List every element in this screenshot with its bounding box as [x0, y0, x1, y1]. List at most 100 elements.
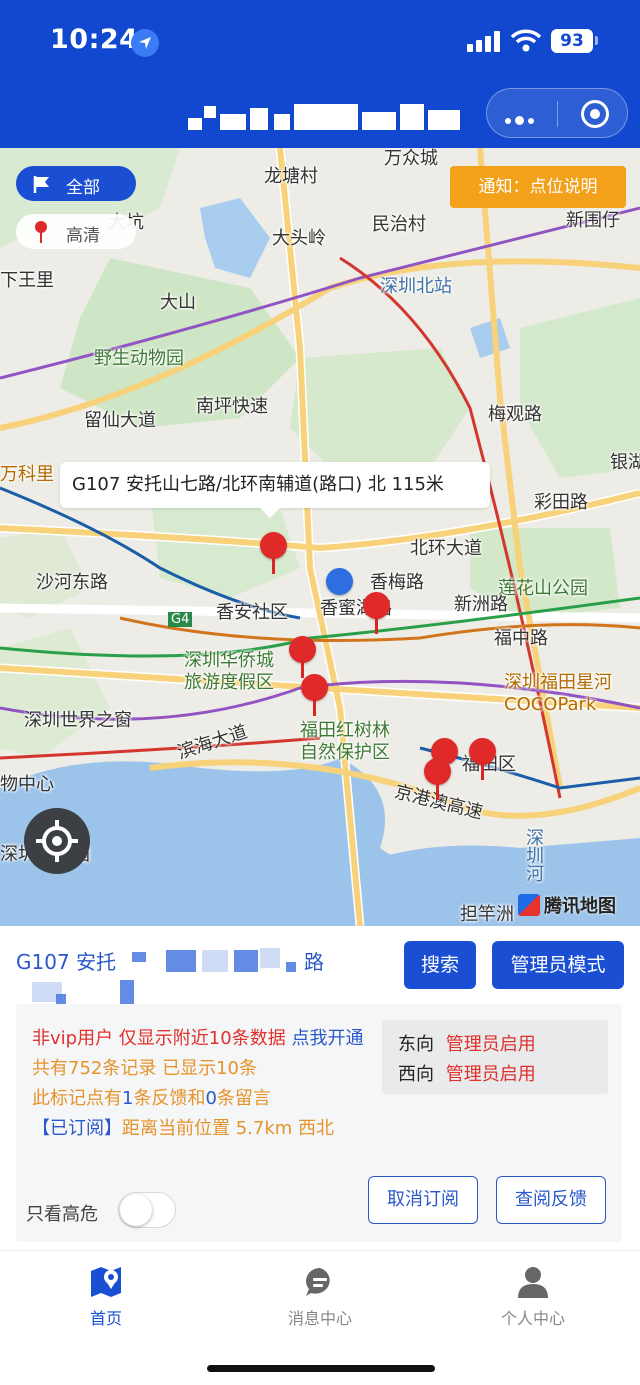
top-header: 10:24 93 [0, 0, 640, 148]
map-label-datouling: 大头岭 [272, 228, 326, 249]
camera-marker[interactable] [362, 592, 392, 638]
direction-status-box: 东向 管理员启用 西向 管理员启用 [382, 1020, 608, 1094]
only-high-risk-label: 只看高危 [26, 1204, 98, 1225]
red-pin-icon [35, 221, 47, 243]
unsubscribe-button[interactable]: 取消订阅 [368, 1176, 478, 1224]
map-label-yeshengdongwuyuan[interactable]: 野生动物园 [94, 344, 184, 370]
map-label-caitianlu: 彩田路 [534, 492, 588, 513]
filter-hd-label: 高清 [66, 226, 100, 246]
tab-home-label: 首页 [89, 1309, 122, 1328]
page-title-obscured [180, 104, 465, 130]
search-button[interactable]: 搜索 [404, 941, 476, 989]
filter-all-button[interactable]: 全部 [16, 166, 136, 201]
map-label-huaqiaocheng[interactable]: 深圳华侨城 旅游度假区 [184, 650, 274, 694]
crosshair-icon [36, 820, 78, 862]
status-time: 10:24 [50, 24, 139, 55]
filter-all-label: 全部 [66, 178, 100, 198]
map-attribution-text: 腾讯地图 [544, 896, 616, 917]
open-vip-link[interactable]: 点我开通 [291, 1028, 363, 1049]
cellular-signal-icon [467, 30, 501, 52]
feedback-prefix: 此标记点有 [32, 1088, 122, 1109]
current-location-marker[interactable] [325, 568, 355, 614]
map-label-beihuandadao: 北环大道 [410, 538, 482, 559]
map-label-xianganshequ: 香安社区 [216, 602, 288, 623]
map-label-shenzhenhe: 深圳河 [523, 828, 544, 882]
wifi-icon [510, 29, 542, 52]
map-label-shenzhenbeizhan[interactable]: 深圳北站 [380, 272, 452, 298]
flag-icon [33, 176, 49, 193]
map-base-layer [0, 148, 640, 926]
locate-me-button[interactable] [24, 808, 90, 874]
filter-hd-button[interactable]: 高清 [16, 214, 136, 249]
map-label-wanlike: 万科里 [0, 464, 54, 485]
map-label-liuxiandadao: 留仙大道 [84, 410, 156, 431]
map-label-xinweizi: 新围仔 [566, 210, 620, 231]
feedback-count: 1 [122, 1088, 134, 1109]
map-attribution: 腾讯地图 [518, 892, 616, 918]
map-label-hongshulin[interactable]: 福田红树林 自然保护区 [300, 720, 390, 764]
battery-tip [595, 36, 598, 45]
tab-home[interactable]: 首页 [36, 1261, 176, 1329]
comment-count: 0 [205, 1088, 217, 1109]
subscription-line: 【已订阅】距离当前位置 5.7km 西北 [32, 1114, 334, 1140]
miniprogram-capsule[interactable] [486, 88, 628, 138]
map-label-wanzhongcheng: 万众城 [384, 148, 438, 169]
more-icon[interactable] [505, 109, 538, 128]
tencent-map-logo-icon [518, 894, 540, 916]
map-label-nanpingkuaisu: 南坪快速 [196, 396, 268, 417]
location-arrow-icon [131, 29, 159, 57]
map-label-wuzhongxin: 物中心 [0, 774, 54, 795]
direction-status: 管理员启用 [445, 1034, 536, 1055]
user-icon [516, 1265, 550, 1299]
camera-marker[interactable] [423, 758, 453, 804]
comment-suffix: 条留言 [216, 1088, 271, 1109]
marker-tooltip[interactable]: G107 安托山七路/北环南辅道(路口) 北 115米 [60, 462, 490, 518]
direction-row: 西向 管理员启用 [398, 1060, 536, 1086]
tab-messages[interactable]: 消息中心 [250, 1261, 390, 1329]
road-title-visible: G107 安托 [16, 950, 117, 974]
vip-notice-line: 非vip用户 仅显示附近10条数据 点我开通 [32, 1024, 363, 1050]
direction-label: 东向 [398, 1034, 434, 1055]
map-label-yinhu: 银湖 [610, 452, 640, 473]
feedback-summary: 此标记点有1条反馈和0条留言 [32, 1084, 271, 1110]
direction-row: 东向 管理员启用 [398, 1030, 536, 1056]
map-label-lianhuashangongyuan[interactable]: 莲花山公园 [498, 574, 588, 600]
map-label-dashan: 大山 [160, 292, 196, 313]
feedback-middle: 条反馈和 [133, 1088, 206, 1109]
camera-marker[interactable] [468, 738, 498, 784]
map-label-longtangcun: 龙塘村 [264, 166, 318, 187]
map-label-shahedonglu: 沙河东路 [36, 572, 108, 593]
map-label-g4: G4 [168, 612, 193, 627]
map-label-xiawangli: 下王里 [0, 270, 54, 291]
map-label-futianzhonglu: 福中路 [494, 628, 548, 649]
view-feedback-button[interactable]: 查阅反馈 [496, 1176, 606, 1224]
only-high-risk-toggle[interactable] [118, 1192, 176, 1228]
battery-indicator: 93 [551, 29, 593, 53]
close-miniprogram-icon[interactable] [581, 100, 609, 128]
nonvip-notice: 非vip用户 仅显示附近10条数据 [32, 1028, 286, 1049]
road-title-suffix: 路 [304, 950, 324, 974]
map-view[interactable]: 万众城 龙塘村 大坑 民治村 新围仔 大头岭 下王里 深圳北站 大山 野生动物园… [0, 148, 640, 926]
camera-marker[interactable] [300, 674, 330, 720]
map-label-coco[interactable]: 深圳福田星河 COCOPark [504, 672, 612, 716]
info-box: 非vip用户 仅显示附近10条数据 点我开通 共有752条记录 已显示10条 此… [16, 1004, 622, 1242]
bottom-tab-bar: 首页 消息中心 个人中心 [0, 1250, 640, 1385]
map-label-meiguanlu: 梅观路 [488, 404, 542, 425]
map-label-dangan: 担竿洲 [460, 904, 514, 925]
notice-button[interactable]: 通知：点位说明 [450, 166, 626, 208]
map-pin-icon [89, 1265, 123, 1299]
admin-mode-button[interactable]: 管理员模式 [492, 941, 624, 989]
subscribed-tag: 【已订阅】 [32, 1118, 122, 1139]
map-label-minzhicun: 民治村 [372, 214, 426, 235]
tab-profile-label: 个人中心 [500, 1309, 565, 1328]
map-label-shijiezhichuang[interactable]: 深圳世界之窗 [24, 706, 132, 732]
map-label-xinzhoulu: 新洲路 [454, 594, 508, 615]
record-summary: 共有752条记录 已显示10条 [32, 1058, 257, 1079]
chat-icon [303, 1265, 337, 1299]
tab-profile[interactable]: 个人中心 [463, 1261, 603, 1329]
home-indicator [207, 1365, 435, 1372]
direction-label: 西向 [398, 1064, 434, 1085]
camera-marker[interactable] [259, 532, 289, 578]
detail-panel: G107 安托 路 搜索 管理员模式 非vip用户 仅显示附近10条数据 点我开… [0, 926, 640, 1250]
map-label-xiangmeilu: 香梅路 [370, 572, 424, 593]
